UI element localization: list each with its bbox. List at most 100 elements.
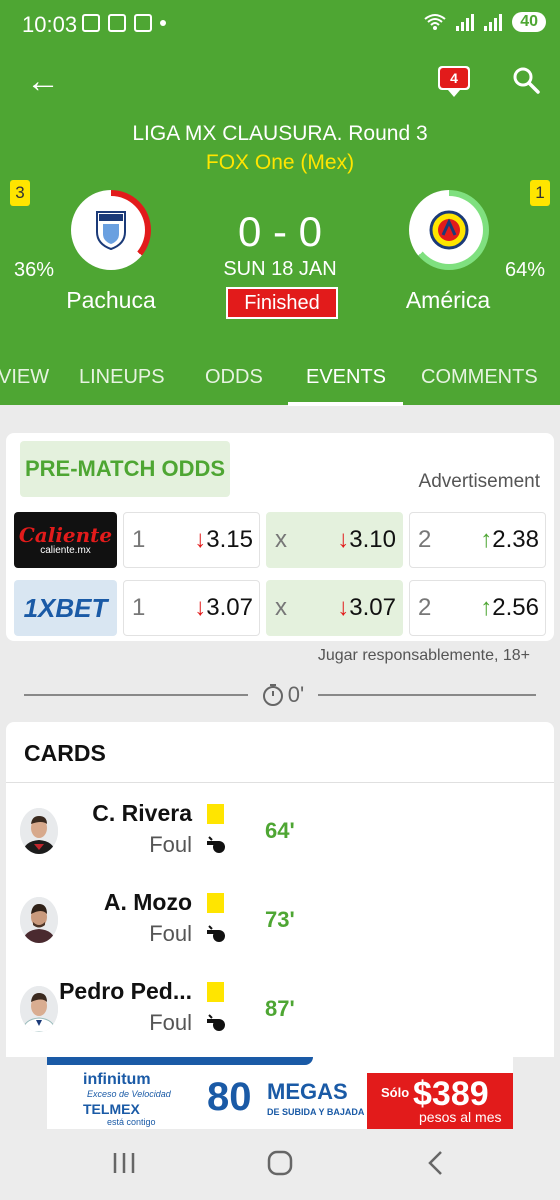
chat-count: 4: [440, 68, 468, 88]
arrow-up-icon: ↑: [480, 594, 493, 621]
yellow-card-icon: [207, 982, 224, 1002]
odds-label: x: [275, 526, 287, 553]
ad-brand: infinitum: [83, 1071, 151, 1088]
app-icon: [134, 14, 152, 32]
advertisement-label: Advertisement: [418, 471, 540, 492]
home-team-crest[interactable]: [71, 190, 151, 270]
odds-value: 3.07: [349, 594, 396, 621]
timeline-minute: 0': [287, 682, 305, 707]
signal-icon: [484, 13, 503, 31]
ad-brand-tag: Exceso de Velocidad: [87, 1089, 171, 1099]
tab-view[interactable]: VIEW: [0, 366, 49, 389]
notification-dot-icon: [160, 20, 166, 26]
home-team-name[interactable]: Pachuca: [21, 287, 201, 314]
battery-icon: 40: [512, 12, 546, 32]
arrow-up-icon: ↑: [480, 526, 493, 553]
responsible-gambling-note: Jugar responsablemente, 18+: [317, 647, 530, 664]
match-status-badge: Finished: [226, 287, 338, 319]
tab-comments[interactable]: COMMENTS: [421, 366, 538, 389]
stopwatch-icon: [262, 684, 283, 706]
home-possession: 36%: [14, 259, 55, 281]
ad-price-period: pesos al mes: [419, 1109, 502, 1125]
odds-row: Caliente caliente.mx 1 ↓3.15 x ↓3.10 2 ↑…: [14, 512, 546, 568]
bookmaker-domain: caliente.mx: [40, 544, 91, 556]
away-possession: 64%: [505, 259, 546, 281]
tab-events[interactable]: EVENTS: [306, 366, 386, 389]
tab-odds[interactable]: ODDS: [205, 366, 263, 389]
arrow-down-icon: ↓: [194, 594, 207, 621]
bookmaker-name: 1XBET: [23, 592, 108, 623]
whistle-icon: [207, 925, 225, 942]
odds-draw-cell[interactable]: x ↓3.10: [266, 512, 403, 568]
player-avatar[interactable]: [20, 808, 58, 854]
match-score: 0 - 0: [237, 208, 323, 255]
whistle-icon: [207, 1014, 225, 1031]
odds-away-cell[interactable]: 2 ↑2.56: [409, 580, 546, 636]
back-arrow-icon[interactable]: ←: [26, 64, 60, 98]
calendar-icon: [82, 14, 100, 32]
card-minute: 73': [265, 907, 295, 932]
yellow-card-icon: [207, 893, 224, 913]
bookmaker-name: Caliente: [18, 522, 113, 547]
yellow-card-icon: [207, 804, 224, 824]
ad-brand-secondary-tag: está contigo: [107, 1117, 156, 1127]
arrow-down-icon: ↓: [337, 526, 350, 553]
match-date: SUN 18 JAN: [223, 258, 337, 280]
ad-brand-secondary: TELMEX: [83, 1101, 140, 1117]
card-event-row[interactable]: C. Rivera Foul 64': [6, 800, 554, 880]
odds-value: 3.07: [206, 594, 253, 621]
broadcast-channel: FOX One (Mex): [205, 151, 355, 174]
league-round: LIGA MX CLAUSURA. Round 3: [132, 122, 428, 145]
ad-amount: 80: [207, 1075, 252, 1119]
america-crest-icon: [429, 210, 469, 250]
signal-icon: [456, 13, 475, 31]
card-reason: Foul: [149, 1010, 192, 1035]
back-nav-icon[interactable]: [426, 1150, 446, 1176]
card-minute: 87': [265, 996, 295, 1021]
recent-apps-icon[interactable]: [112, 1150, 136, 1176]
player-name: A. Mozo: [103, 889, 192, 915]
odds-label: 2: [418, 526, 432, 553]
search-icon[interactable]: [512, 66, 540, 94]
wifi-icon: [424, 14, 446, 30]
player-name: Pedro Ped...: [59, 978, 192, 1004]
pre-match-odds-title[interactable]: PRE-MATCH ODDS: [20, 441, 230, 497]
chat-icon[interactable]: 4: [438, 66, 470, 97]
status-time: 10:03: [22, 12, 78, 37]
active-tab-indicator: [288, 402, 403, 406]
odds-row: 1XBET 1 ↓3.07 x ↓3.07 2 ↑2.56: [14, 580, 546, 636]
pre-match-odds-card: PRE-MATCH ODDS Advertisement Caliente ca…: [6, 433, 554, 641]
1xbet-logo[interactable]: 1XBET: [14, 580, 117, 636]
caliente-logo[interactable]: Caliente caliente.mx: [14, 512, 117, 568]
away-card-count: 1: [530, 180, 550, 206]
odds-away-cell[interactable]: 2 ↑2.38: [409, 512, 546, 568]
odds-value: 3.15: [206, 526, 253, 553]
card-event-row[interactable]: Pedro Ped... Foul 87': [6, 978, 554, 1058]
player-avatar[interactable]: [20, 897, 58, 943]
arrow-down-icon: ↓: [194, 526, 207, 553]
odds-label: 1: [132, 594, 146, 621]
arrow-down-icon: ↓: [337, 594, 350, 621]
cards-title: CARDS: [24, 740, 106, 766]
vpn-icon: [108, 14, 126, 32]
odds-home-cell[interactable]: 1 ↓3.15: [123, 512, 260, 568]
odds-value: 2.38: [492, 526, 539, 553]
player-avatar[interactable]: [20, 986, 58, 1032]
ad-unit: MEGAS: [267, 1079, 348, 1104]
home-icon[interactable]: [267, 1150, 293, 1176]
card-minute: 64': [265, 818, 295, 843]
odds-label: 2: [418, 594, 432, 621]
match-tabs: VIEW LINEUPS ODDS EVENTS COMMENTS: [0, 366, 560, 406]
odds-label: 1: [132, 526, 146, 553]
away-team-name[interactable]: América: [358, 287, 538, 314]
ad-decoration: [47, 1057, 313, 1065]
odds-home-cell[interactable]: 1 ↓3.07: [123, 580, 260, 636]
banner-ad[interactable]: infinitum Exceso de Velocidad TELMEX est…: [47, 1057, 513, 1129]
card-event-row[interactable]: A. Mozo Foul 73': [6, 889, 554, 969]
cards-section: CARDS C. Rivera Foul 64' A. Mozo Foul 73…: [6, 722, 554, 1057]
odds-draw-cell[interactable]: x ↓3.07: [266, 580, 403, 636]
away-team-crest[interactable]: [409, 190, 489, 270]
tab-lineups[interactable]: LINEUPS: [79, 366, 165, 389]
odds-value: 3.10: [349, 526, 396, 553]
divider: [6, 782, 554, 783]
